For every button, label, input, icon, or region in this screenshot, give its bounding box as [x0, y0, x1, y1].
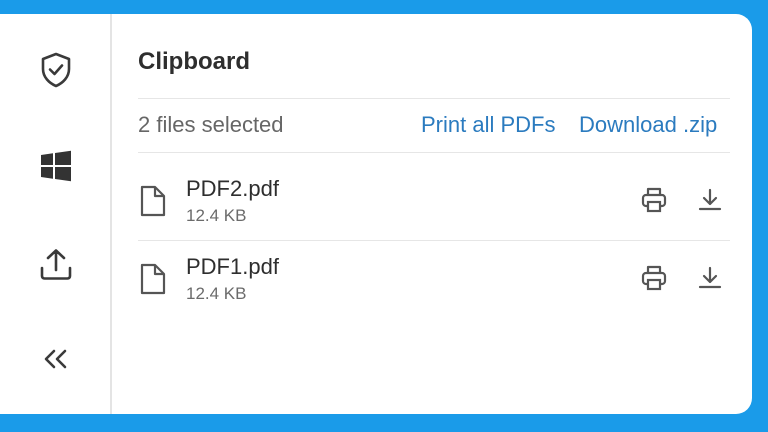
print-button[interactable]: [638, 262, 670, 294]
download-icon: [698, 188, 722, 211]
collapse-double-chevron-icon: [44, 349, 67, 369]
collapse-sidebar-button[interactable]: [36, 339, 76, 379]
download-icon: [698, 266, 722, 289]
download-button[interactable]: [694, 184, 726, 216]
download-button[interactable]: [694, 262, 726, 294]
download-zip-link[interactable]: Download .zip: [579, 112, 717, 138]
windows-button[interactable]: [36, 146, 76, 186]
print-button[interactable]: [638, 184, 670, 216]
file-size: 12.4 KB: [186, 206, 247, 225]
security-button[interactable]: [36, 50, 76, 90]
main-panel: Clipboard 2 files selected Print all PDF…: [0, 14, 752, 414]
divider: [138, 98, 730, 99]
divider: [138, 240, 730, 241]
selection-count: 2 files selected: [138, 112, 284, 137]
shield-check-icon: [41, 52, 71, 88]
print-all-pdfs-link[interactable]: Print all PDFs: [421, 112, 555, 138]
file-name: PDF2.pdf: [186, 176, 279, 201]
file-icon: [140, 185, 166, 217]
file-row: PDF2.pdf 12.4 KB: [138, 166, 730, 242]
file-name: PDF1.pdf: [186, 254, 279, 279]
upload-icon: [40, 249, 72, 280]
upload-button[interactable]: [36, 244, 76, 284]
sidebar: [0, 14, 112, 414]
divider: [138, 152, 730, 153]
file-size: 12.4 KB: [186, 284, 247, 303]
panel-title: Clipboard: [138, 48, 250, 75]
printer-icon: [641, 265, 667, 291]
printer-icon: [641, 187, 667, 213]
file-icon: [140, 263, 166, 295]
windows-icon: [41, 150, 71, 182]
file-row: PDF1.pdf 12.4 KB: [138, 244, 730, 320]
